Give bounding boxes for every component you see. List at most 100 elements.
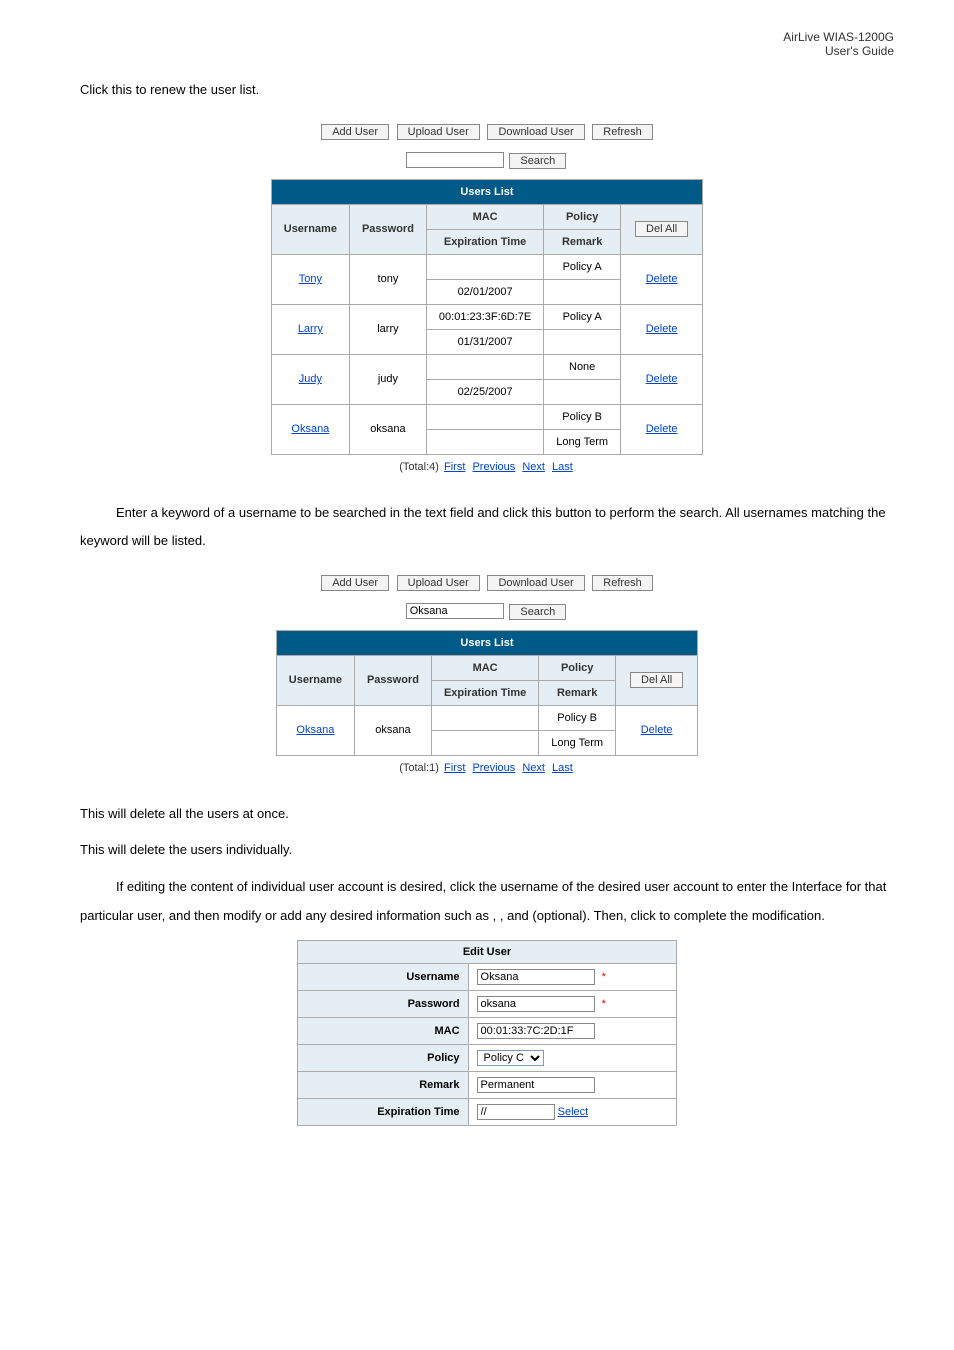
username-link[interactable]: Oksana (296, 724, 334, 736)
edit-username-input[interactable] (477, 969, 595, 985)
col-mac: MAC (426, 204, 543, 229)
label-mac: MAC (298, 1018, 469, 1045)
col-policy: Policy (539, 655, 616, 680)
username-link[interactable]: Tony (299, 273, 322, 285)
download-user-button[interactable]: Download User (487, 575, 584, 591)
col-actions: Del All (616, 655, 698, 705)
refresh-button[interactable]: Refresh (592, 124, 653, 140)
mac-cell: 00:01:23:3F:6D:7E (426, 304, 543, 329)
required-icon: * (602, 998, 606, 1010)
upload-user-button[interactable]: Upload User (397, 575, 480, 591)
col-exp: Expiration Time (426, 229, 543, 254)
required-icon: * (602, 971, 606, 983)
search-button-1[interactable]: Search (509, 153, 566, 169)
remark-cell: Long Term (544, 429, 621, 454)
table-row: Judy judy None Delete (271, 354, 702, 379)
label-username: Username (298, 964, 469, 991)
total-label: (Total:1) (399, 762, 439, 774)
exp-cell: 01/31/2007 (426, 329, 543, 354)
search-input-2[interactable] (406, 603, 504, 619)
users-list-title: Users List (271, 179, 702, 204)
exp-cell (431, 730, 538, 755)
toolbar-1: Add User Upload User Download User Refre… (271, 115, 703, 146)
remark-cell (544, 329, 621, 354)
col-username: Username (271, 204, 349, 254)
total-label: (Total:4) (399, 461, 439, 473)
delete-link[interactable]: Delete (646, 323, 678, 335)
mac-cell (426, 354, 543, 379)
exp-cell: 02/01/2007 (426, 279, 543, 304)
col-password: Password (354, 655, 431, 705)
label-password: Password (298, 991, 469, 1018)
delete-link[interactable]: Delete (646, 273, 678, 285)
table-row: Larry larry 00:01:23:3F:6D:7E Policy A D… (271, 304, 702, 329)
remark-cell (544, 379, 621, 404)
delete-all-button[interactable]: Del All (630, 672, 683, 688)
col-policy: Policy (544, 204, 621, 229)
search-input-1[interactable] (406, 152, 504, 168)
last-link[interactable]: Last (552, 461, 573, 473)
next-link[interactable]: Next (522, 762, 545, 774)
remark-cell: Long Term (539, 730, 616, 755)
add-user-button[interactable]: Add User (321, 575, 389, 591)
table-row: Tony tony Policy A Delete (271, 254, 702, 279)
table-row: Oksana oksana Policy B Delete (276, 705, 697, 730)
policy-cell: Policy B (539, 705, 616, 730)
download-user-button[interactable]: Download User (487, 124, 584, 140)
username-link[interactable]: Oksana (291, 423, 329, 435)
mac-cell (431, 705, 538, 730)
password-cell: oksana (354, 705, 431, 755)
first-link[interactable]: First (444, 762, 465, 774)
toolbar-2: Add User Upload User Download User Refre… (276, 566, 698, 597)
remark-cell (544, 279, 621, 304)
edit-remark-input[interactable] (477, 1077, 595, 1093)
add-user-button[interactable]: Add User (321, 124, 389, 140)
edit-instructions: If editing the content of individual use… (80, 873, 894, 930)
upload-user-button[interactable]: Upload User (397, 124, 480, 140)
col-remark: Remark (539, 680, 616, 705)
col-exp: Expiration Time (431, 680, 538, 705)
password-cell: larry (349, 304, 426, 354)
last-link[interactable]: Last (552, 762, 573, 774)
users-list-title: Users List (276, 630, 697, 655)
prev-link[interactable]: Previous (472, 762, 515, 774)
delete-link[interactable]: Delete (641, 724, 673, 736)
pager-1: (Total:4) First Previous Next Last (271, 455, 703, 479)
note-1: This will delete all the users at once. (80, 800, 894, 829)
exp-cell: 02/25/2007 (426, 379, 543, 404)
intro-text-2: Enter a keyword of a username to be sear… (80, 499, 894, 556)
delete-link[interactable]: Delete (646, 373, 678, 385)
edit-password-input[interactable] (477, 996, 595, 1012)
delete-link[interactable]: Delete (646, 423, 678, 435)
label-exp: Expiration Time (298, 1099, 469, 1126)
delete-all-button[interactable]: Del All (635, 221, 688, 237)
exp-cell (426, 429, 543, 454)
users-panel-1: Add User Upload User Download User Refre… (271, 115, 703, 479)
password-cell: oksana (349, 404, 426, 454)
first-link[interactable]: First (444, 461, 465, 473)
search-button-2[interactable]: Search (509, 604, 566, 620)
col-username: Username (276, 655, 354, 705)
page-header: AirLive WIAS-1200G User's Guide (0, 0, 954, 68)
mac-cell (426, 404, 543, 429)
users-panel-2: Add User Upload User Download User Refre… (276, 566, 698, 780)
username-link[interactable]: Judy (299, 373, 322, 385)
next-link[interactable]: Next (522, 461, 545, 473)
edit-mac-input[interactable] (477, 1023, 595, 1039)
edit-exp-input[interactable] (477, 1104, 555, 1120)
policy-cell: Policy A (544, 304, 621, 329)
col-password: Password (349, 204, 426, 254)
username-link[interactable]: Larry (298, 323, 323, 335)
mac-cell (426, 254, 543, 279)
users-table-1: Users List Username Password MAC Policy … (271, 179, 703, 455)
prev-link[interactable]: Previous (472, 461, 515, 473)
password-cell: judy (349, 354, 426, 404)
select-date-link[interactable]: Select (558, 1106, 589, 1118)
note-2: This will delete the users individually. (80, 836, 894, 865)
edit-policy-select[interactable]: Policy C (477, 1050, 544, 1066)
label-policy: Policy (298, 1045, 469, 1072)
policy-cell: None (544, 354, 621, 379)
edit-user-form: Edit User Username * Password * MAC (297, 940, 677, 1126)
label-remark: Remark (298, 1072, 469, 1099)
refresh-button[interactable]: Refresh (592, 575, 653, 591)
